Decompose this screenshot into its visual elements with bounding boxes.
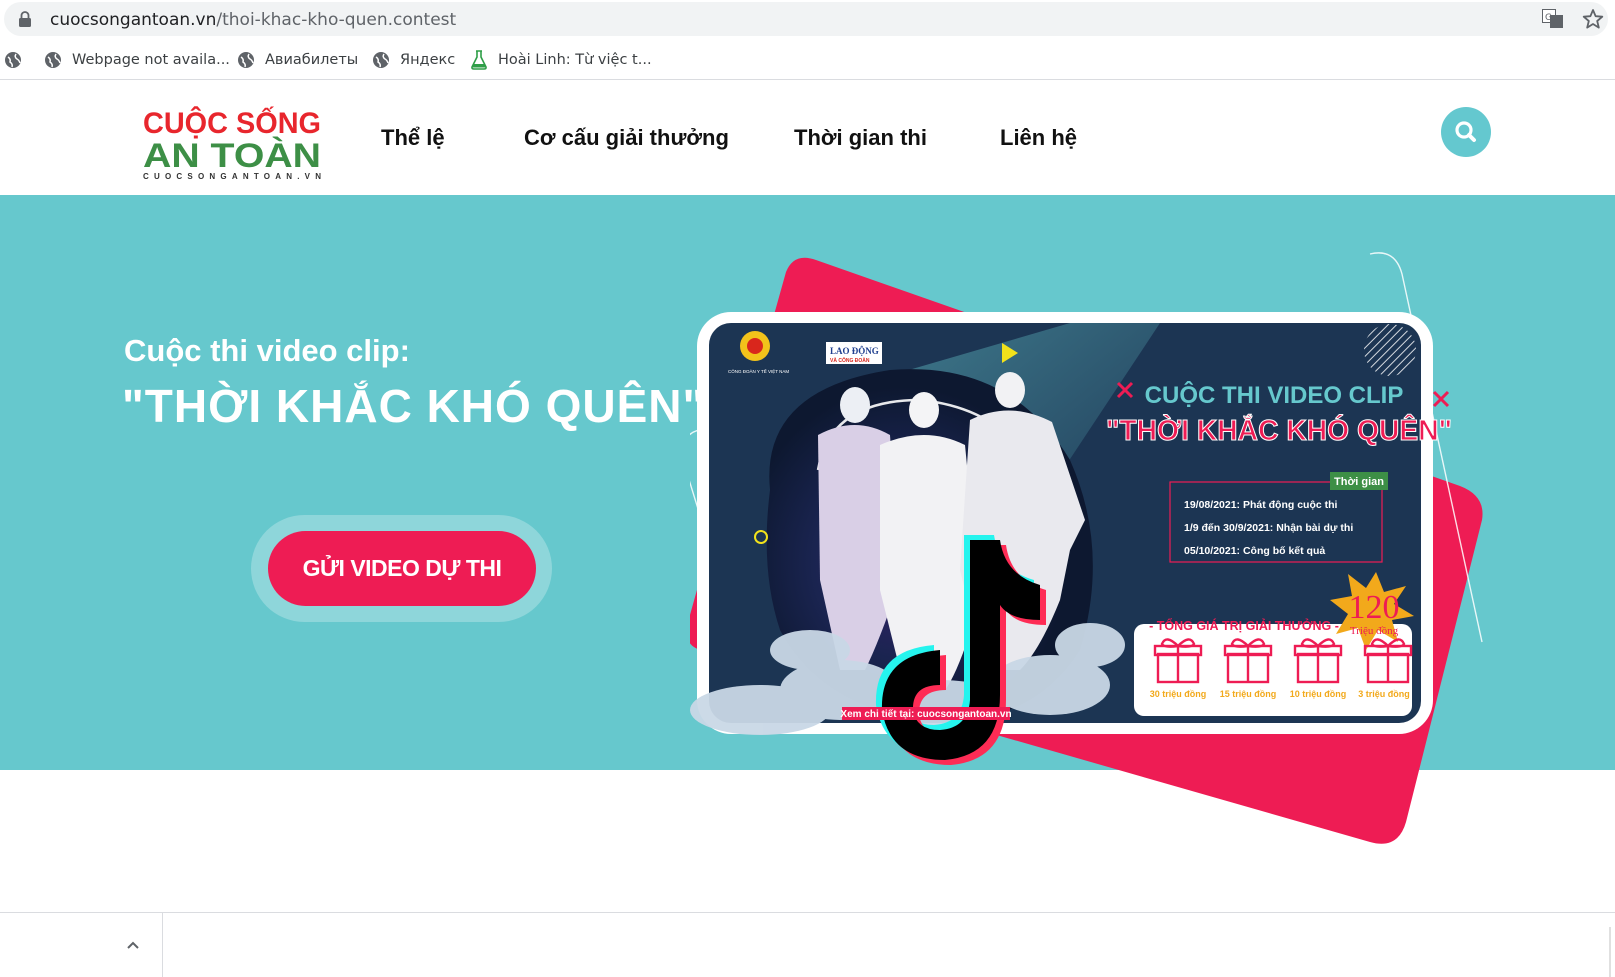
poster-footer: Xem chi tiết tại: cuocsongantoan.vn [840, 708, 1011, 720]
nav-lien-he[interactable]: Liên hệ [1000, 125, 1077, 151]
poster-paper-sub: VÀ CÔNG ĐOÀN [830, 356, 870, 364]
url-host: cuocsongantoan.vn [50, 10, 217, 30]
flask-icon [471, 50, 487, 70]
schedule-line: 19/08/2021: Phát động cuộc thi [1184, 499, 1338, 511]
nav-the-le[interactable]: Thể lệ [381, 125, 445, 151]
poster-title: "THỜI KHẮC KHÓ QUÊN" [1106, 413, 1452, 447]
poster-heading: CUỘC THI VIDEO CLIP [1145, 381, 1404, 409]
hero-subtitle: Cuộc thi video clip: [124, 333, 410, 368]
omnibox[interactable]: cuocsongantoan.vn/thoi-khac-kho-quen.con… [4, 2, 1608, 36]
bookmark-item[interactable] [4, 49, 32, 71]
prize-value: 30 triệu đồng [1150, 689, 1207, 699]
globe-icon [45, 52, 61, 68]
globe-icon [238, 52, 254, 68]
nav-co-cau-giai-thuong[interactable]: Cơ cấu giải thưởng [524, 125, 729, 151]
lock-icon[interactable] [18, 11, 32, 27]
url-text[interactable]: cuocsongantoan.vn/thoi-khac-kho-quen.con… [50, 10, 456, 30]
schedule-line: 1/9 đến 30/9/2021: Nhận bài dự thi [1184, 522, 1353, 534]
scrollbar[interactable] [1609, 927, 1611, 977]
schedule-line: 05/10/2021: Công bố kết quả [1184, 545, 1325, 557]
browser-address-bar: cuocsongantoan.vn/thoi-khac-kho-quen.con… [0, 0, 1615, 38]
bookmark-item[interactable]: Авиабилеты [237, 49, 358, 71]
schedule-label: Thời gian [1334, 476, 1384, 488]
site-logo[interactable]: CUỘC SỐNG AN TOÀN CUOCSONGANTOAN.VN [142, 101, 324, 181]
bookmark-item[interactable]: Webpage not availa... [44, 49, 230, 71]
bookmark-label: Webpage not availa... [72, 52, 230, 68]
search-icon [1455, 121, 1476, 142]
search-button[interactable] [1441, 107, 1491, 157]
translate-icon[interactable]: G [1542, 9, 1564, 29]
submit-video-button[interactable]: GỬI VIDEO DỰ THI [268, 531, 536, 606]
prize-total-unit: Triệu đồng [1350, 625, 1399, 637]
poster-org-caption: CÔNG ĐOÀN Y TẾ VIỆT NAM [728, 367, 789, 374]
globe-icon [373, 52, 389, 68]
bookmark-label: Яндекс [400, 52, 456, 68]
poster-paper-name: LAO ĐỘNG [830, 346, 879, 356]
prize-total-label: - TỔNG GIÁ TRỊ GIẢI THƯỞNG - [1149, 618, 1339, 633]
nav-thoi-gian-thi[interactable]: Thời gian thi [794, 125, 927, 151]
panel-divider [162, 913, 163, 977]
prize-value: 10 triệu đồng [1290, 689, 1347, 699]
prize-value: 3 triệu đồng [1358, 689, 1410, 699]
bookmark-item[interactable]: Hoài Linh: Từ việc t... [470, 49, 652, 71]
logo-line2: AN TOÀN [143, 137, 321, 175]
prize-total-value: 120 [1349, 589, 1400, 626]
hero-title: "THỜI KHẮC KHÓ QUÊN" [122, 380, 706, 432]
site-header: CUỘC SỐNG AN TOÀN CUOCSONGANTOAN.VN Thể … [0, 81, 1615, 195]
contest-poster-art: CÔNG ĐOÀN Y TẾ VIỆT NAM LAO ĐỘNG VÀ CÔNG… [690, 252, 1483, 844]
url-path: /thoi-khac-kho-quen.contest [216, 10, 457, 30]
bookmark-label: Авиабилеты [265, 52, 359, 68]
chevron-up-icon[interactable] [126, 940, 140, 950]
bottom-panel [0, 912, 1615, 977]
bookmark-label: Hoài Linh: Từ việc t... [498, 52, 652, 68]
svg-text:G: G [1545, 13, 1552, 23]
bookmark-star-icon[interactable] [1582, 8, 1604, 30]
bookmarks-bar: Webpage not availa... Авиабилеты Яндекс … [0, 40, 1615, 80]
globe-icon [5, 52, 21, 68]
logo-line1: CUỘC SỐNG [143, 106, 321, 140]
bookmark-item[interactable]: Яндекс [372, 49, 455, 71]
prize-value: 15 triệu đồng [1220, 689, 1277, 699]
